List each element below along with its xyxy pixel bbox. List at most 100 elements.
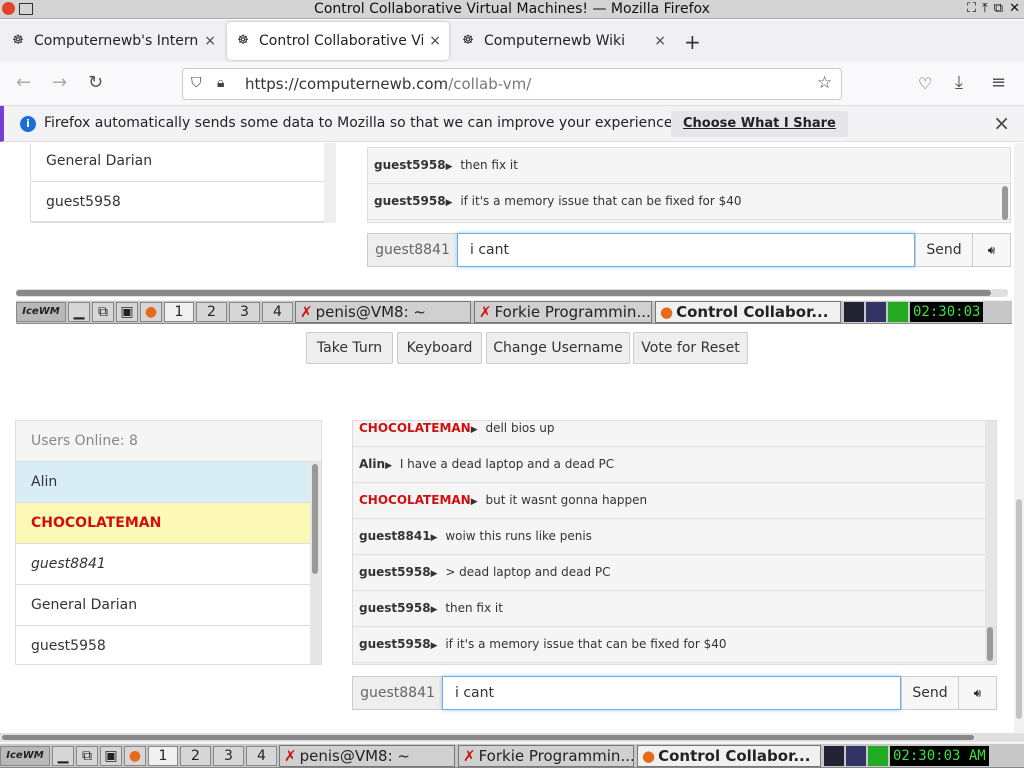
chat-scrollbar[interactable]: [985, 421, 996, 664]
tab-close-icon[interactable]: ×: [204, 33, 216, 49]
vm-h-scrollbar[interactable]: [16, 289, 1008, 297]
take-turn-button[interactable]: Take Turn: [306, 332, 393, 364]
bookmark-star-icon[interactable]: ☆: [817, 73, 832, 93]
workspace-2[interactable]: 2: [196, 302, 227, 322]
cpu-graph-icon: [824, 745, 844, 766]
lock-icon[interactable]: 🔒︎: [217, 75, 224, 91]
tab-close-icon[interactable]: ×: [654, 33, 666, 49]
bottom-h-scrollbar[interactable]: [0, 733, 1024, 742]
choose-what-i-share-button[interactable]: Choose What I Share: [671, 111, 848, 137]
window-titlebar: Control Collaborative Virtual Machines! …: [0, 0, 1024, 19]
maximize-window-icon[interactable]: [19, 3, 33, 15]
icewm-start-button[interactable]: IceWM: [16, 302, 66, 322]
url-text[interactable]: https://computernewb.com/collab-vm/: [245, 75, 531, 93]
workspace-3[interactable]: 3: [213, 745, 244, 766]
window-list-icon[interactable]: ⧉: [76, 745, 98, 766]
new-tab-button[interactable]: +: [684, 30, 701, 54]
net-graph-icon: [866, 302, 886, 322]
chat-input[interactable]: i cant: [442, 676, 901, 710]
vm-task-collab[interactable]: ● Control Collabor...: [637, 744, 821, 767]
user-item[interactable]: guest5958: [16, 626, 321, 667]
shield-icon[interactable]: ⛉: [191, 75, 202, 91]
firefox-icon[interactable]: ●: [124, 745, 146, 766]
forward-icon[interactable]: →: [52, 72, 67, 93]
tab-bar: ☸ Computernewb's Internet × ☸ Control Co…: [0, 20, 1024, 62]
vm-task-terminal[interactable]: ✗ penis@VM8: ~: [279, 744, 455, 767]
user-item[interactable]: General Darian: [16, 585, 321, 626]
page-content: General Darian guest5958 guest5958▶ then…: [0, 143, 1024, 733]
close-icon[interactable]: ✕: [1009, 2, 1020, 16]
navigation-toolbar: ← → ↻ ⛉ 🔒︎ https://computernewb.com/coll…: [0, 62, 1024, 106]
chat-input-row: guest8841 i cant Send 🔊︎: [352, 676, 997, 710]
volume-icon[interactable]: 🔊︎: [959, 676, 997, 710]
vm-task-forkie[interactable]: ✗ Forkie Programmin...: [474, 301, 652, 323]
chat-box: CHOCOLATEMAN▶ dell bios up Alin▶ I have …: [352, 420, 997, 665]
user-item[interactable]: Alin: [16, 462, 321, 503]
users-scroll-thumb[interactable]: [312, 464, 318, 574]
workspace-1[interactable]: 1: [164, 302, 194, 322]
chat-message: guest8841▶ woiw this runs like penis: [353, 519, 996, 555]
firefox-icon[interactable]: ●: [140, 302, 162, 322]
tab-collab-vm[interactable]: ☸ Control Collaborative Virtu ×: [227, 22, 449, 60]
mem-graph-icon: [888, 302, 908, 322]
vm-chat-scroll-thumb[interactable]: [1002, 186, 1008, 220]
tab-computernewb-internet[interactable]: ☸ Computernewb's Internet ×: [2, 22, 224, 60]
workspace-3[interactable]: 3: [229, 302, 260, 322]
vm-user-item[interactable]: guest5958: [31, 182, 324, 223]
chat-message: CHOCOLATEMAN▶ but it wasnt gonna happen: [353, 483, 996, 519]
vm-task-terminal[interactable]: ✗ penis@VM8: ~: [295, 301, 471, 323]
tab-computernewb-wiki[interactable]: ☸ Computernewb Wiki ×: [452, 22, 674, 60]
show-desktop-icon[interactable]: ▁: [68, 302, 90, 322]
chat-scroll-thumb[interactable]: [987, 627, 993, 661]
workspace-1[interactable]: 1: [148, 745, 178, 766]
downloads-icon[interactable]: ⤓: [955, 72, 963, 93]
url-bar[interactable]: ⛉ 🔒︎ https://computernewb.com/collab-vm/…: [182, 68, 842, 100]
user-item-self[interactable]: guest8841: [16, 544, 321, 585]
terminal-icon[interactable]: ▣: [100, 745, 122, 766]
icewm-start-button[interactable]: IceWM: [0, 745, 50, 766]
change-username-button[interactable]: Change Username: [486, 332, 630, 364]
window-list-icon[interactable]: ⧉: [92, 302, 114, 322]
keyboard-button[interactable]: Keyboard: [397, 332, 482, 364]
vm-chat-box: guest5958▶ then fix it guest5958▶ if it'…: [367, 147, 1011, 223]
bottom-h-scroll-thumb[interactable]: [2, 735, 974, 740]
page-scrollbar[interactable]: [1014, 143, 1024, 733]
close-window-icon[interactable]: [2, 2, 15, 15]
pin-icon[interactable]: ⤒: [982, 2, 988, 16]
workspace-4[interactable]: 4: [262, 302, 293, 322]
workspace-4[interactable]: 4: [246, 745, 277, 766]
tab-label: Control Collaborative Virtu: [259, 33, 424, 49]
vote-for-reset-button[interactable]: Vote for Reset: [633, 332, 748, 364]
back-icon[interactable]: ←: [16, 72, 31, 93]
show-desktop-icon[interactable]: ▁: [52, 745, 74, 766]
vm-task-collab[interactable]: ● Control Collabor...: [655, 301, 841, 323]
net-graph-icon: [846, 745, 866, 766]
user-item[interactable]: CHOCOLATEMAN: [16, 503, 321, 544]
fullscreen-icon[interactable]: ⛶: [967, 2, 976, 16]
menu-icon[interactable]: ≡: [991, 72, 1006, 93]
page-scroll-thumb[interactable]: [1016, 499, 1022, 719]
vm-send-button[interactable]: Send: [915, 233, 973, 267]
chat-message: CHOCOLATEMAN▶ dell bios up: [353, 421, 996, 447]
users-scrollbar[interactable]: [310, 462, 321, 664]
tab-close-icon[interactable]: ×: [429, 33, 441, 49]
vm-h-scroll-thumb[interactable]: [16, 290, 991, 296]
vm-task-forkie[interactable]: ✗ Forkie Programmin...: [458, 744, 634, 767]
vm-chat-input[interactable]: i cant: [457, 233, 915, 267]
chat-message: Alin▶ I have a dead laptop and a dead PC: [353, 447, 996, 483]
vm-volume-icon[interactable]: 🔊︎: [973, 233, 1011, 267]
workspace-2[interactable]: 2: [180, 745, 211, 766]
chat-message: guest5958▶ > dead laptop and dead PC: [353, 555, 996, 591]
notification-bar: i Firefox automatically sends some data …: [0, 106, 1024, 142]
globe-icon: ☸: [462, 33, 474, 48]
reload-icon[interactable]: ↻: [88, 72, 103, 93]
tab-label: Computernewb's Internet: [34, 33, 199, 49]
vm-user-item[interactable]: General Darian: [31, 143, 324, 182]
terminal-icon[interactable]: ▣: [116, 302, 138, 322]
globe-icon: ☸: [237, 33, 249, 48]
notification-close-icon[interactable]: ×: [993, 111, 1010, 135]
send-button[interactable]: Send: [901, 676, 959, 710]
vm-scrollbar[interactable]: [324, 143, 336, 223]
restore-icon[interactable]: ⧉: [994, 2, 1003, 16]
pocket-icon[interactable]: ♡: [918, 74, 932, 93]
